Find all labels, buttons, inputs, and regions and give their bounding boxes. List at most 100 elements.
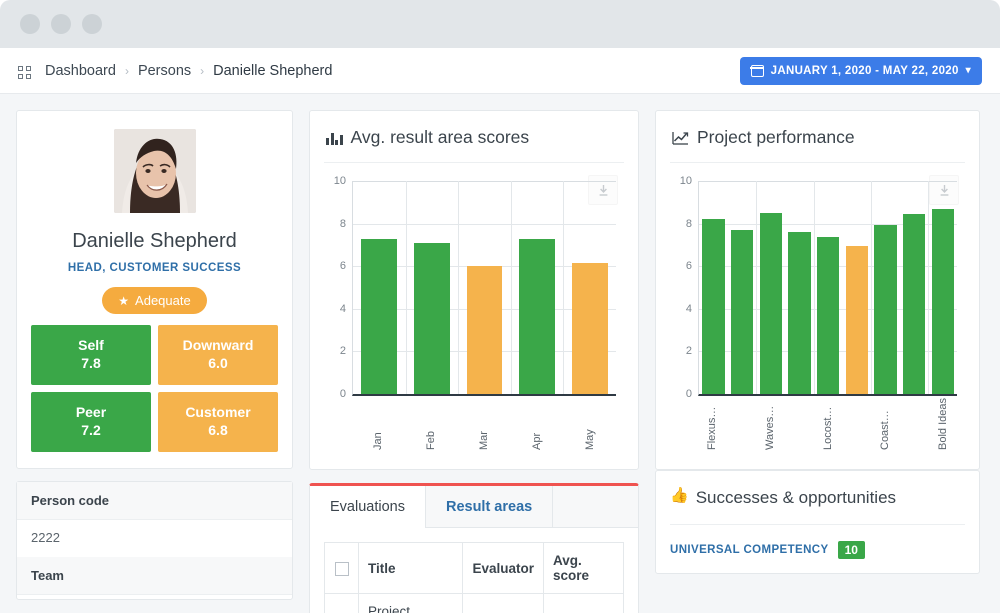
column-header-evaluator: Evaluator (463, 543, 544, 594)
score-tile-customer[interactable]: Customer 6.8 (158, 392, 278, 452)
divider (670, 524, 965, 525)
chart-bar[interactable] (414, 243, 450, 394)
chart-bar-slot (699, 181, 728, 394)
window-minimize-dot[interactable] (51, 14, 71, 34)
score-tile-value: 6.0 (162, 355, 274, 373)
person-name: Danielle Shepherd (31, 230, 278, 253)
chart-bar[interactable] (572, 263, 608, 394)
chart-plot: 10 8 6 4 2 0 (698, 181, 957, 396)
chart-bar-slot (814, 181, 843, 394)
score-tile-label: Customer (162, 404, 274, 422)
successes-item[interactable]: UNIVERSAL COMPETENCY 10 (670, 541, 965, 559)
chart-plot-area: 10 8 6 4 2 0 JanFebMarAprMay (324, 181, 624, 450)
chart-bar[interactable] (932, 209, 954, 394)
chart-bar[interactable] (361, 239, 397, 394)
tab-evaluations[interactable]: Evaluations (310, 486, 426, 528)
score-tile-label: Self (35, 337, 147, 355)
y-tick: 6 (340, 260, 346, 272)
chart-bar-slot (728, 181, 757, 394)
y-tick: 0 (686, 388, 692, 400)
y-tick: 4 (686, 303, 692, 315)
score-tile-downward[interactable]: Downward 6.0 (158, 325, 278, 385)
project-performance-chart-card: Project performance (655, 110, 980, 470)
avatar (114, 129, 196, 213)
y-tick: 2 (340, 345, 346, 357)
status-badge-label: Adequate (135, 293, 191, 308)
breadcrumb-item-current: Danielle Shepherd (213, 63, 332, 79)
chart-x-label: Jan (372, 400, 384, 450)
chart-bar[interactable] (731, 230, 753, 394)
chart-bar[interactable] (903, 214, 925, 394)
detail-label-team: Team (17, 557, 292, 595)
score-tile-label: Downward (162, 337, 274, 355)
chart-bar[interactable] (846, 246, 868, 394)
chart-bar[interactable] (817, 237, 839, 394)
successes-card: 👍 Successes & opportunities UNIVERSAL CO… (655, 470, 980, 574)
chart-x-label-slot: Flexus… (698, 400, 727, 450)
y-tick: 0 (340, 388, 346, 400)
row-score: 6.8 (544, 594, 624, 613)
row-select-cell (325, 594, 359, 613)
breadcrumb: Dashboard › Persons › Danielle Shepherd (18, 63, 332, 79)
chart-bar-slot (900, 181, 929, 394)
chart-x-label-slot: Waves… (756, 400, 785, 450)
y-tick: 10 (334, 175, 346, 187)
row-evaluator: David (463, 594, 544, 613)
chart-bar[interactable] (519, 239, 555, 394)
bar-chart-icon (326, 131, 343, 145)
chart-x-label: Coast… (879, 400, 891, 450)
y-tick: 10 (680, 175, 692, 187)
score-tile-self[interactable]: Self 7.8 (31, 325, 151, 385)
column-header-score: Avg. score (544, 543, 624, 594)
date-range-label: JANUARY 1, 2020 - MAY 22, 2020 (771, 65, 959, 77)
chart-bar-slot (458, 181, 511, 394)
chart-bar[interactable] (760, 213, 782, 394)
tab-bar: Evaluations Result areas (310, 486, 638, 528)
chart-x-label: Flexus… (706, 400, 718, 450)
score-tile-value: 7.8 (35, 355, 147, 373)
chart-x-label-slot: Mar (458, 400, 511, 450)
chart-x-label: Feb (425, 400, 437, 450)
star-icon: ★ (118, 294, 129, 308)
avg-result-area-scores-chart-card: Avg. result area scores (309, 110, 639, 470)
chart-bars (353, 181, 616, 394)
evaluations-tab-card: Evaluations Result areas Title (309, 483, 639, 613)
left-column: Danielle Shepherd HEAD, CUSTOMER SUCCESS… (16, 110, 293, 613)
breadcrumb-separator: › (125, 64, 129, 78)
chart-x-label: Apr (531, 400, 543, 450)
page-content: Danielle Shepherd HEAD, CUSTOMER SUCCESS… (0, 94, 1000, 613)
tab-result-areas[interactable]: Result areas (426, 486, 553, 527)
chart-bar-slot (871, 181, 900, 394)
browser-viewport: Dashboard › Persons › Danielle Shepherd … (0, 48, 1000, 613)
select-all-checkbox[interactable] (335, 562, 349, 576)
app-window: Dashboard › Persons › Danielle Shepherd … (0, 0, 1000, 613)
grid-icon (18, 66, 31, 79)
score-tile-value: 6.8 (162, 422, 274, 440)
chart-x-label-slot: Feb (405, 400, 458, 450)
chart-header: Avg. result area scores (324, 111, 624, 163)
date-range-selector[interactable]: JANUARY 1, 2020 - MAY 22, 2020 ▾ (740, 57, 982, 85)
status-badge[interactable]: ★ Adequate (102, 287, 206, 314)
chart-bar-slot (928, 181, 957, 394)
chart-bar[interactable] (788, 232, 810, 394)
table-row[interactable]: Project Closure Evaluation David 6.8 (325, 594, 624, 613)
chart-x-label: Bold Ideas (937, 400, 949, 450)
chart-plot-area: 10 8 6 4 2 0 Flexus…Waves…Loco (670, 181, 965, 450)
person-role: HEAD, CUSTOMER SUCCESS (31, 262, 278, 274)
window-titlebar (0, 0, 1000, 48)
chart-title: Avg. result area scores (351, 127, 530, 148)
chart-x-label: Waves… (764, 400, 776, 450)
chart-x-label: May (584, 400, 596, 450)
chart-bar[interactable] (702, 219, 724, 394)
successes-title: Successes & opportunities (696, 487, 896, 508)
chart-x-label-slot: Apr (510, 400, 563, 450)
score-tile-peer[interactable]: Peer 7.2 (31, 392, 151, 452)
breadcrumb-item-persons[interactable]: Persons (138, 63, 191, 79)
breadcrumb-item-dashboard[interactable]: Dashboard (45, 63, 116, 79)
chart-bar[interactable] (467, 266, 503, 394)
window-close-dot[interactable] (20, 14, 40, 34)
chart-bar[interactable] (874, 225, 896, 394)
window-maximize-dot[interactable] (82, 14, 102, 34)
score-tile-label: Peer (35, 404, 147, 422)
person-details-card: Person code 2222 Team (16, 481, 293, 600)
